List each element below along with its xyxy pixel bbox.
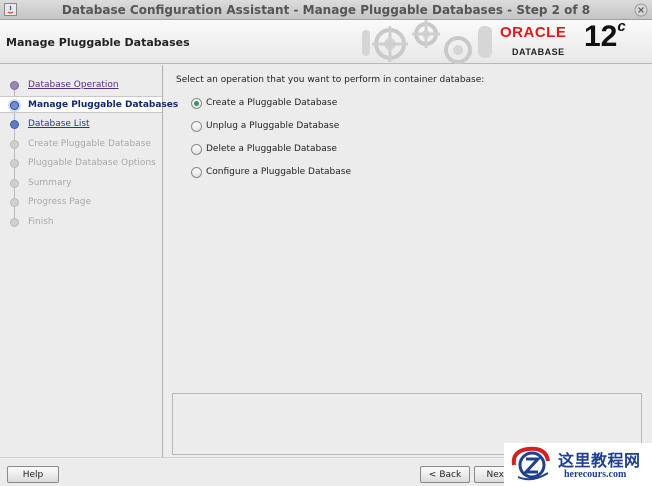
option-label[interactable]: Delete a Pluggable Database [206,144,337,154]
option-configure-pluggable-database[interactable]: Configure a Pluggable Database [191,165,351,179]
option-unplug-pluggable-database[interactable]: Unplug a Pluggable Database [191,119,339,133]
main-content: Select an operation that you want to per… [164,65,652,457]
site-watermark: 这里教程网 herecours.com [504,443,652,486]
watermark-chinese-text: 这里教程网 [558,451,641,470]
back-arrow-icon: < [428,469,437,480]
option-label[interactable]: Create a Pluggable Database [206,98,337,108]
step-create-pluggable-database: Create Pluggable Database [0,136,162,153]
step-label: Pluggable Database Options [28,158,156,168]
radio-button[interactable] [191,120,202,132]
back-button-label: Back [439,469,462,480]
radio-button[interactable] [191,166,202,178]
oracle-logo: ORACLE DATABASE [498,20,594,60]
radio-button[interactable] [191,97,202,109]
step-label: Create Pluggable Database [28,139,151,149]
option-label[interactable]: Unplug a Pluggable Database [206,121,339,131]
option-create-pluggable-database[interactable]: Create a Pluggable Database [191,96,337,110]
operation-prompt: Select an operation that you want to per… [176,75,485,85]
step-indicator-icon [10,218,19,227]
step-indicator-icon [10,140,19,149]
step-pluggable-database-options: Pluggable Database Options [0,155,162,172]
watermark-url: herecours.com [564,469,627,480]
oracle-brand-sub: DATABASE [512,47,565,57]
step-manage-pluggable-databases[interactable]: Manage Pluggable Databases [0,96,178,113]
step-label: Finish [28,217,54,227]
window-titlebar[interactable]: Database Configuration Assistant - Manag… [0,0,652,20]
window-title: Database Configuration Assistant - Manag… [61,3,591,17]
watermark-logo-icon [511,446,550,481]
page-header: Manage Pluggable Databases ORACLE DATABA… [0,18,652,64]
page-title: Manage Pluggable Databases [6,36,190,49]
step-summary: Summary [0,175,162,192]
step-indicator-icon [10,81,19,90]
step-indicator-icon [10,101,19,110]
steps-navigation: Database Operation Manage Pluggable Data… [0,65,178,457]
step-label: Database Operation [28,80,119,90]
version-number: 12 [584,20,618,53]
option-label[interactable]: Configure a Pluggable Database [206,167,351,177]
option-delete-pluggable-database[interactable]: Delete a Pluggable Database [191,142,337,156]
step-label: Manage Pluggable Databases [28,100,179,110]
step-indicator-icon [10,159,19,168]
back-button[interactable]: < Back [420,466,470,483]
close-window-icon[interactable] [634,3,648,17]
step-label: Summary [28,178,72,188]
step-label: Database List [28,119,90,129]
step-database-operation[interactable]: Database Operation [0,77,162,94]
help-button[interactable]: Help [7,466,59,483]
oracle-brand-word: ORACLE [500,24,567,41]
help-button-label: Help [22,469,44,480]
radio-button[interactable] [191,143,202,155]
version-badge: 12c [584,18,626,54]
step-progress-page: Progress Page [0,194,162,211]
step-label: Progress Page [28,197,92,207]
step-indicator-icon [10,120,19,129]
gears-banner-graphic [362,20,492,64]
step-database-list[interactable]: Database List [0,116,162,133]
version-suffix: c [617,18,626,35]
step-indicator-icon [10,179,19,188]
step-indicator-icon [10,198,19,207]
step-finish: Finish [0,214,162,231]
